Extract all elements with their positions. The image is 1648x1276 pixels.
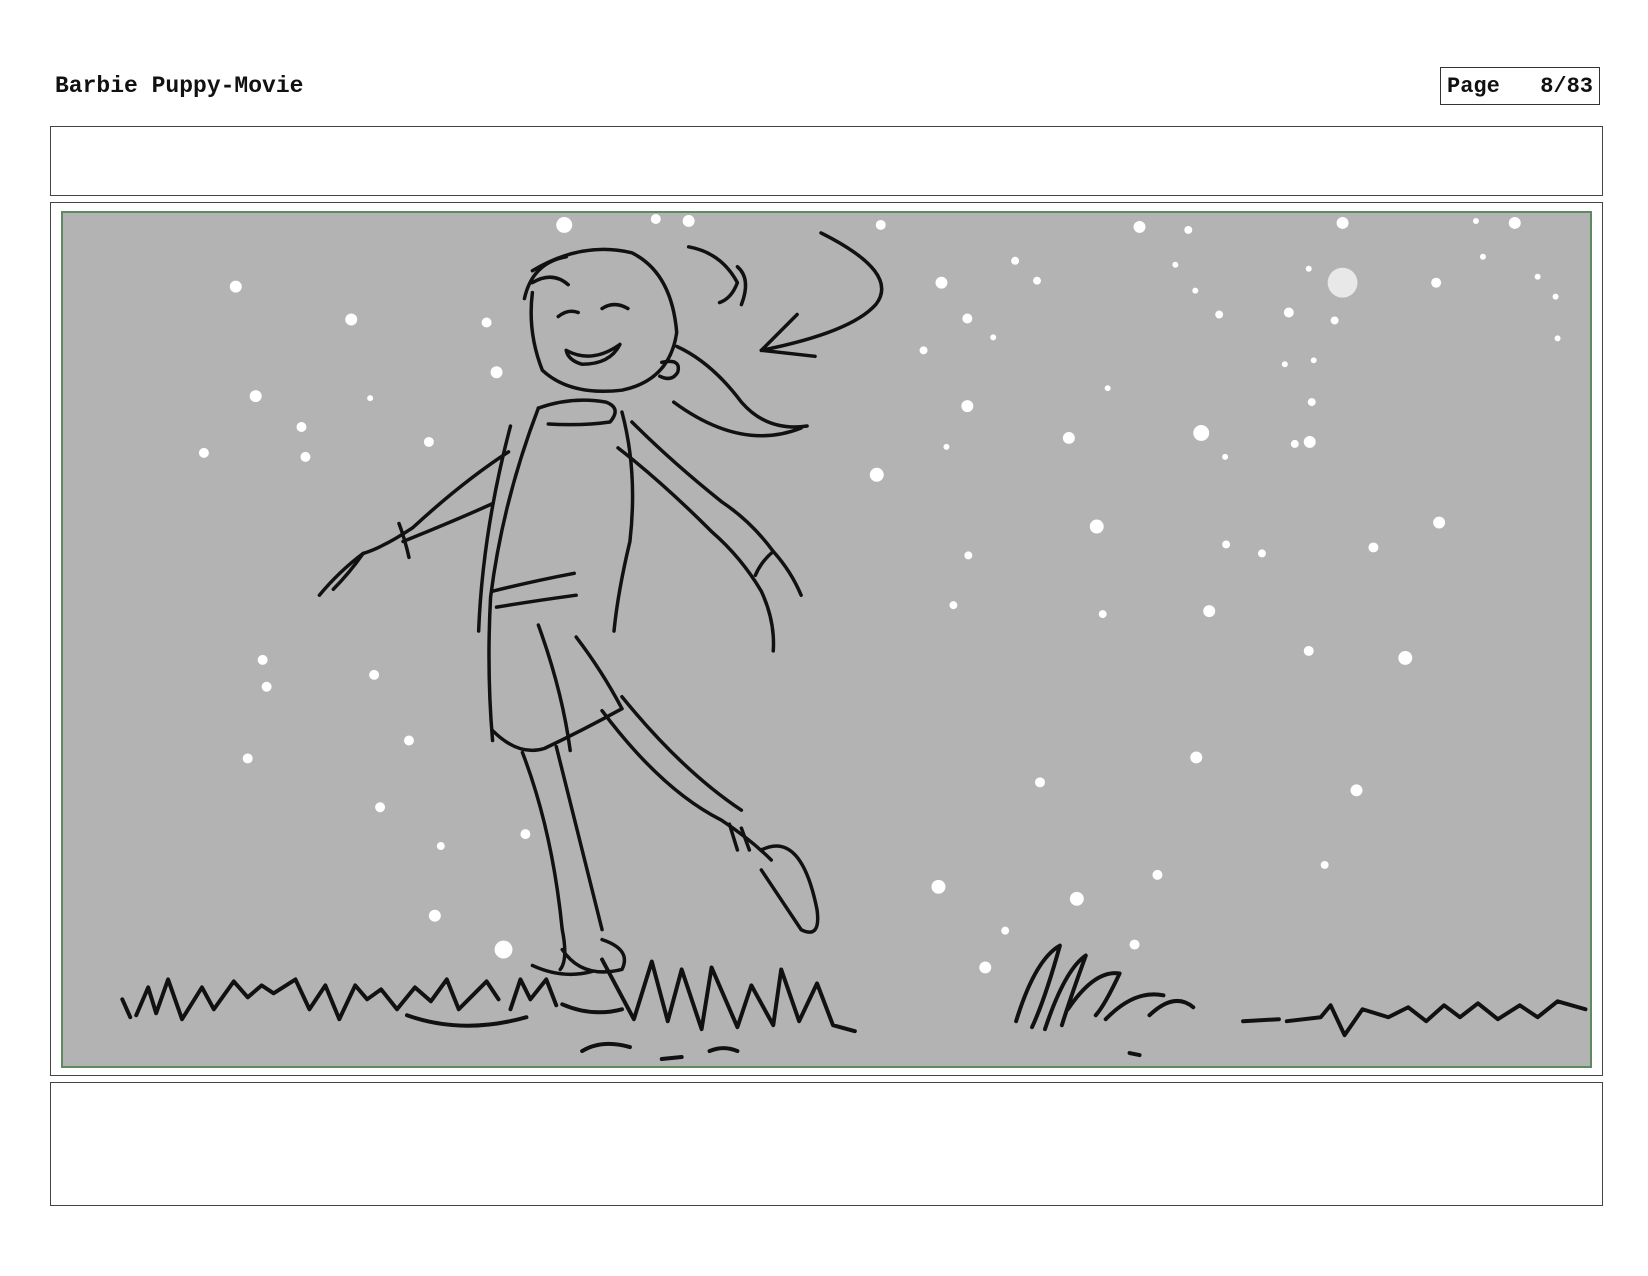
page-number: 8/83 xyxy=(1540,73,1593,99)
page-indicator: Page 8/83 xyxy=(1440,67,1600,105)
storyboard-panel xyxy=(61,211,1592,1068)
grass-right xyxy=(1014,943,1588,1058)
grass-left xyxy=(120,957,857,1062)
document-title: Barbie Puppy-Movie xyxy=(55,73,304,99)
snowflakes xyxy=(198,213,1561,974)
panel-sketch xyxy=(120,213,1588,1062)
dialogue-box xyxy=(50,126,1603,196)
girl-figure xyxy=(317,231,884,977)
notes-box xyxy=(50,1082,1603,1206)
page-label: Page xyxy=(1447,73,1500,99)
